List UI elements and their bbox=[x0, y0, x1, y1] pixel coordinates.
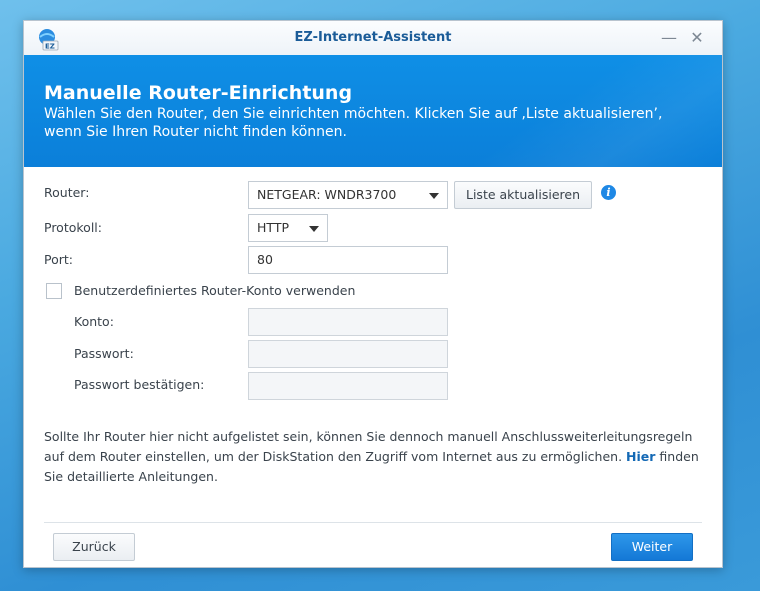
protocol-label: Protokoll: bbox=[44, 220, 102, 235]
router-select-value: NETGEAR: WNDR3700 bbox=[257, 187, 397, 202]
minimize-button[interactable]: — bbox=[658, 27, 680, 49]
account-label: Konto: bbox=[74, 314, 114, 329]
help-note: Sollte Ihr Router hier nicht aufgelistet… bbox=[44, 427, 704, 487]
router-select[interactable]: NETGEAR: WNDR3700 bbox=[248, 181, 448, 209]
page-subtitle: Wählen Sie den Router, den Sie einrichte… bbox=[44, 106, 663, 140]
wizard-window: EZ EZ-Internet-Assistent — ✕ Manuelle Ro… bbox=[23, 20, 723, 568]
custom-account-checkbox[interactable] bbox=[46, 283, 62, 299]
protocol-select-value: HTTP bbox=[257, 220, 289, 235]
password-label: Passwort: bbox=[74, 346, 134, 361]
custom-account-label[interactable]: Benutzerdefiniertes Router-Konto verwend… bbox=[74, 283, 355, 298]
info-icon[interactable]: i bbox=[601, 185, 616, 200]
port-input-value: 80 bbox=[257, 252, 273, 267]
help-link[interactable]: Hier bbox=[626, 449, 655, 464]
protocol-select[interactable]: HTTP bbox=[248, 214, 328, 242]
close-button[interactable]: ✕ bbox=[686, 27, 708, 49]
window-title: EZ-Internet-Assistent bbox=[294, 30, 452, 45]
router-label: Router: bbox=[44, 185, 90, 200]
next-button[interactable]: Weiter bbox=[611, 533, 693, 561]
help-note-text: Sollte Ihr Router hier nicht aufgelistet… bbox=[44, 429, 693, 464]
title-bar[interactable]: EZ EZ-Internet-Assistent — ✕ bbox=[24, 21, 722, 56]
header-banner: Manuelle Router-Einrichtung Wählen Sie d… bbox=[24, 55, 722, 167]
port-label: Port: bbox=[44, 252, 73, 267]
back-button[interactable]: Zurück bbox=[53, 533, 135, 561]
account-input[interactable] bbox=[248, 308, 448, 336]
password-input[interactable] bbox=[248, 340, 448, 368]
chevron-down-icon bbox=[309, 226, 319, 232]
chevron-down-icon bbox=[429, 193, 439, 199]
password-confirm-input[interactable] bbox=[248, 372, 448, 400]
password-confirm-label: Passwort bestätigen: bbox=[74, 377, 205, 392]
refresh-list-button[interactable]: Liste aktualisieren bbox=[454, 181, 592, 209]
port-input[interactable]: 80 bbox=[248, 246, 448, 274]
footer-divider bbox=[44, 522, 702, 523]
page-title: Manuelle Router-Einrichtung bbox=[44, 82, 353, 104]
